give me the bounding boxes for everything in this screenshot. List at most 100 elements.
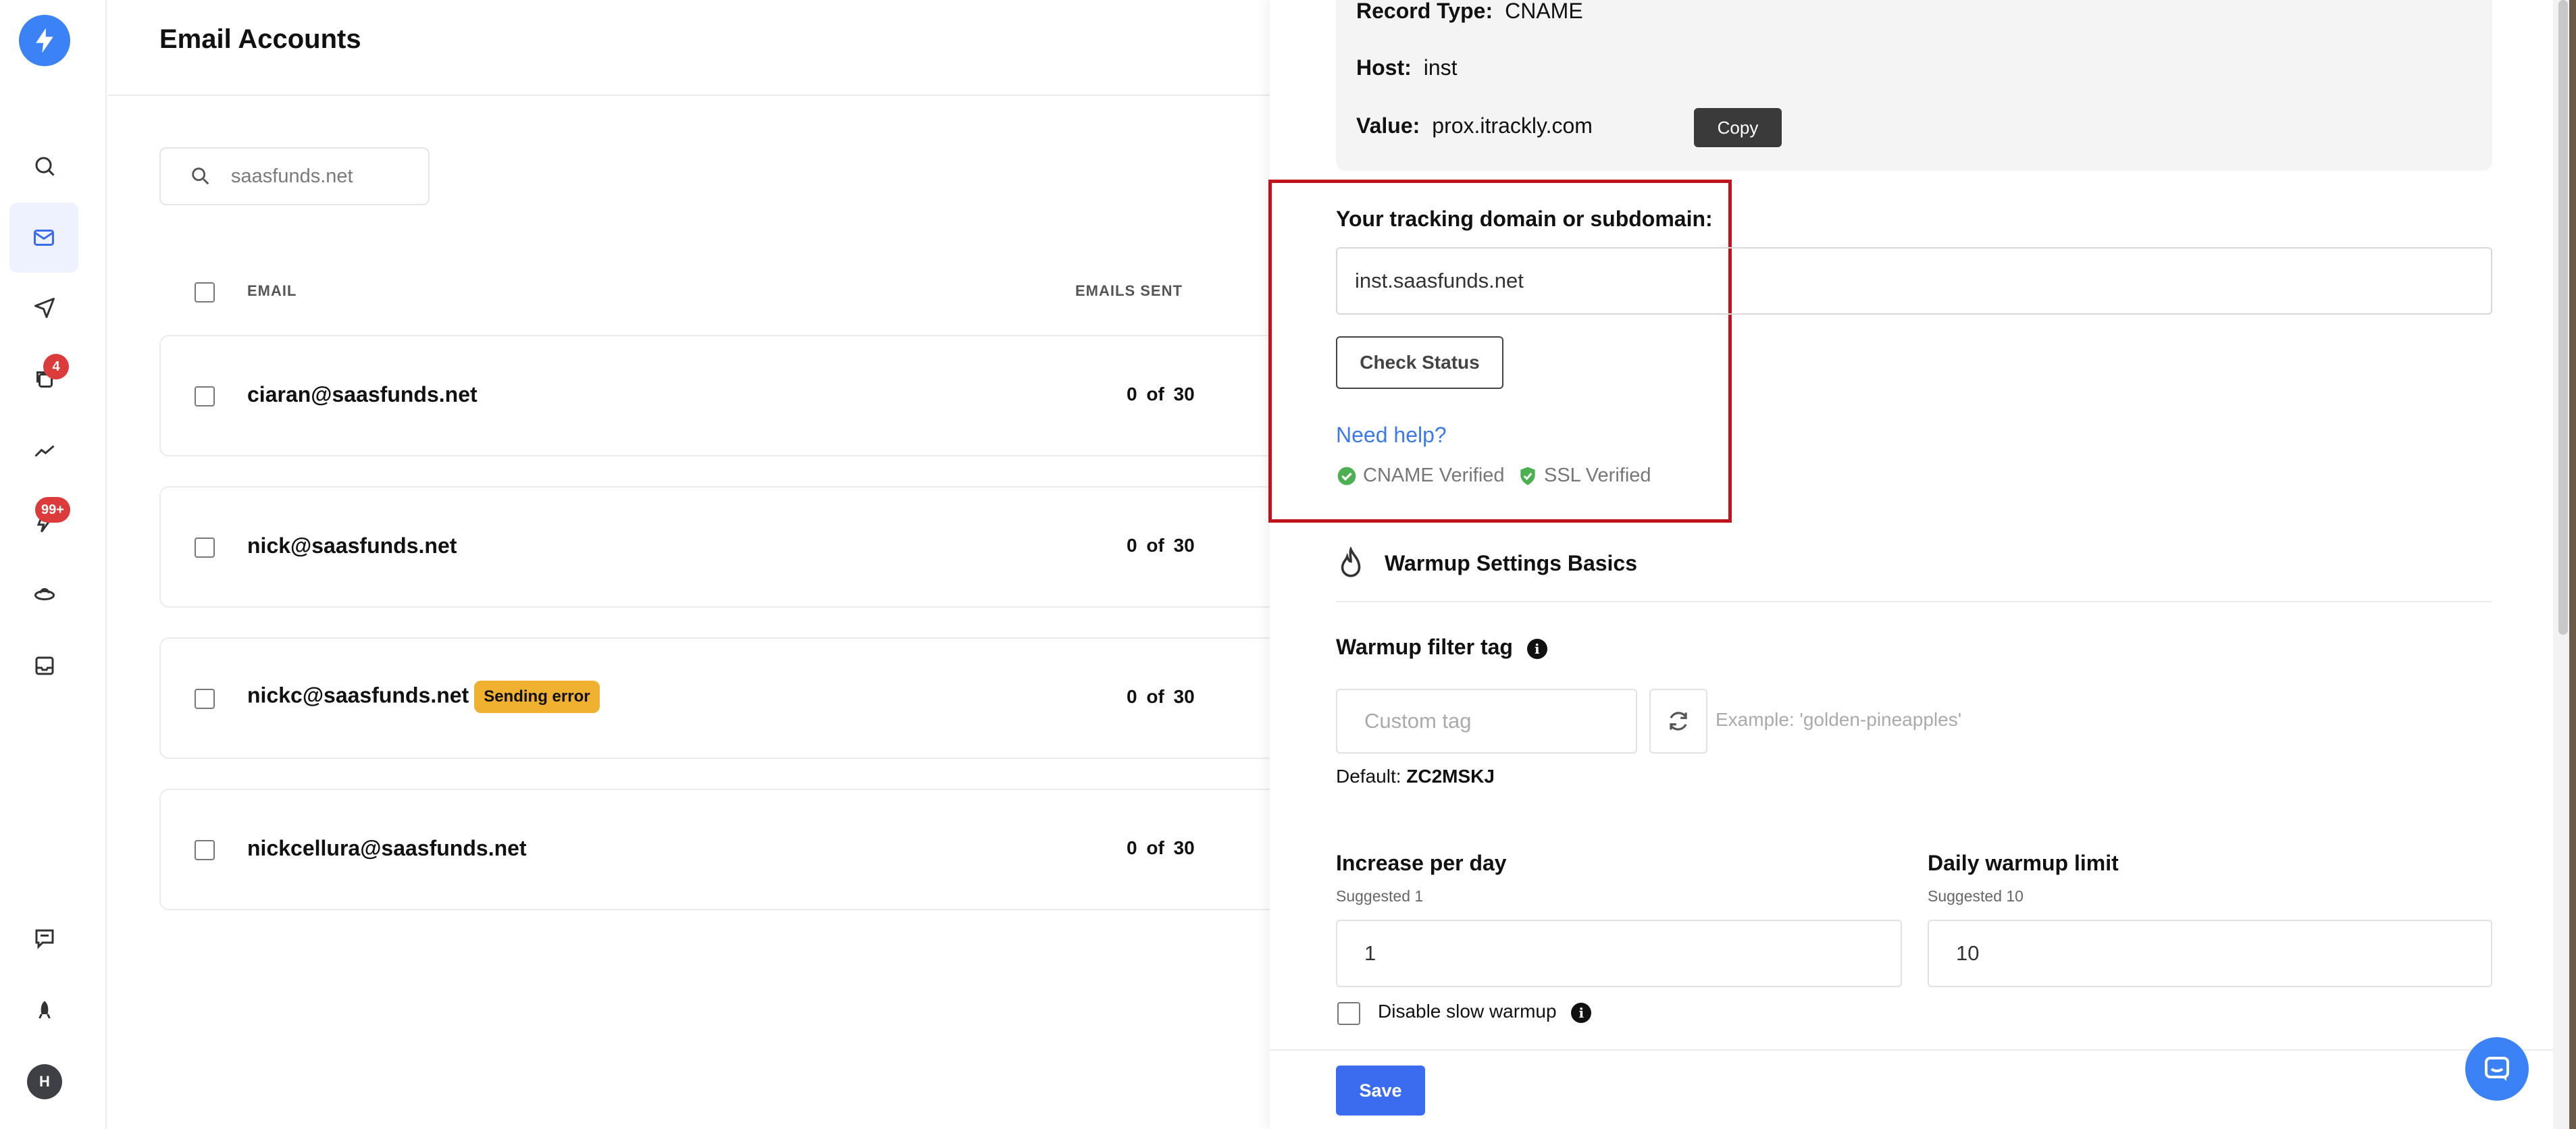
- row-checkbox[interactable]: [195, 386, 215, 406]
- account-email: ciaran@saasfunds.net: [247, 382, 478, 406]
- host-label: Host:: [1356, 55, 1412, 80]
- tracking-domain-input[interactable]: inst.saasfunds.net: [1336, 247, 2492, 315]
- row-checkbox[interactable]: [195, 537, 215, 558]
- dns-record-box: Record Type: CNAME Host: inst Value: prox.i…: [1336, 0, 2492, 171]
- emails-sent-count: 0 of 30: [1127, 384, 1195, 404]
- daily-warmup-limit-hint: Suggested 10: [1928, 887, 2024, 905]
- table-row[interactable]: nickcellura@saasfunds.net 0 of 30: [159, 789, 1308, 910]
- cname-verified-text: CNAME Verified: [1363, 465, 1505, 486]
- tag-example-text: Example: 'golden-pineapples': [1716, 709, 1962, 730]
- cname-value: prox.itrackly.com: [1432, 113, 1593, 138]
- warmup-filter-tag-label: Warmup filter tag: [1336, 635, 1513, 659]
- column-header-email: EMAIL: [247, 282, 297, 299]
- sidebar-item-ufo[interactable]: [23, 573, 66, 616]
- row-checkbox[interactable]: [195, 689, 215, 709]
- avatar[interactable]: H: [27, 1064, 62, 1099]
- sidebar-item-inbox[interactable]: [23, 644, 66, 687]
- unibox-count-badge: 99+: [35, 497, 70, 523]
- disable-slow-warmup-row: Disable slow warmup i: [1378, 1001, 1592, 1023]
- emails-sent-count: 0 of 30: [1127, 686, 1195, 707]
- row-checkbox[interactable]: [195, 840, 215, 860]
- campaigns-count-badge: 4: [43, 354, 69, 379]
- chat-icon: [2485, 1057, 2509, 1081]
- info-icon[interactable]: i: [1526, 638, 1547, 659]
- check-status-button[interactable]: Check Status: [1336, 336, 1503, 389]
- ssl-verified-status: SSL Verified: [1517, 465, 1651, 487]
- refresh-icon: [1670, 712, 1687, 731]
- value-label: Value:: [1356, 113, 1420, 138]
- account-email: nickc@saasfunds.net: [247, 683, 469, 708]
- info-icon[interactable]: i: [1571, 1002, 1592, 1023]
- sidebar: 4 99+ H: [0, 0, 107, 1129]
- flame-icon: [1341, 547, 1361, 577]
- regenerate-tag-button[interactable]: [1649, 689, 1707, 754]
- send-icon: [34, 298, 55, 318]
- account-email-cell: nickc@saasfunds.net Sending error: [247, 681, 600, 713]
- custom-tag-input[interactable]: Custom tag: [1336, 689, 1637, 754]
- account-email: nickcellura@saasfunds.net: [247, 836, 527, 860]
- search-value: saasfunds.net: [231, 165, 353, 187]
- logo-bolt-icon[interactable]: [19, 15, 70, 66]
- footer-divider: [1270, 1049, 2553, 1051]
- sidebar-item-search[interactable]: [23, 145, 66, 188]
- increase-per-day-label: Increase per day: [1336, 851, 1507, 875]
- copy-button[interactable]: Copy: [1694, 108, 1782, 147]
- main-content: Email Accounts saasfunds.net EMAIL EMAIL…: [108, 0, 1308, 1129]
- scrollbar-thumb[interactable]: [2558, 0, 2568, 635]
- disable-slow-warmup-label: Disable slow warmup: [1378, 1001, 1557, 1022]
- column-header-emails-sent: EMAILS SENT: [1075, 282, 1183, 299]
- header-divider: [108, 95, 1270, 96]
- host-value: inst: [1423, 55, 1458, 80]
- warmup-filter-tag-row: Warmup filter tag i: [1336, 635, 1547, 660]
- section-divider: [1336, 601, 2492, 602]
- mail-icon: [34, 230, 54, 246]
- cname-verified-status: CNAME Verified: [1336, 465, 1505, 487]
- select-all-checkbox[interactable]: [195, 282, 215, 303]
- record-type-label: Record Type:: [1356, 0, 1493, 23]
- emails-sent-count: 0 of 30: [1127, 837, 1195, 858]
- shield-check-icon: [1520, 467, 1535, 485]
- increase-per-day-hint: Suggested 1: [1336, 887, 1424, 905]
- ufo-icon: [34, 588, 55, 600]
- daily-warmup-limit-input[interactable]: 10: [1928, 920, 2492, 987]
- default-tag-label: Default:: [1336, 766, 1401, 787]
- table-row[interactable]: nick@saasfunds.net 0 of 30: [159, 486, 1308, 608]
- emails-sent-count: 0 of 30: [1127, 535, 1195, 556]
- inbox-icon: [35, 656, 54, 675]
- search-icon: [35, 157, 55, 176]
- account-email: nick@saasfunds.net: [247, 533, 457, 558]
- table-row[interactable]: ciaran@saasfunds.net 0 of 30: [159, 335, 1308, 456]
- bolt-icon: [36, 28, 53, 53]
- record-type-line: Record Type: CNAME: [1356, 0, 1583, 24]
- trend-line-icon: [34, 445, 55, 457]
- ssl-verified-text: SSL Verified: [1544, 465, 1651, 486]
- record-type-value: CNAME: [1505, 0, 1583, 23]
- sidebar-item-email-accounts[interactable]: [9, 203, 78, 273]
- window-edge: [2569, 0, 2576, 1129]
- host-line: Host: inst: [1356, 55, 1458, 80]
- chat-edit-icon: [35, 929, 54, 949]
- sidebar-item-analytics[interactable]: [23, 429, 66, 473]
- need-help-link[interactable]: Need help?: [1336, 423, 1447, 448]
- search-icon: [192, 167, 209, 185]
- sidebar-item-launch[interactable]: [23, 989, 66, 1032]
- account-settings-panel: Record Type: CNAME Host: inst Value: prox.i…: [1268, 0, 2553, 1129]
- search-input[interactable]: saasfunds.net: [159, 147, 430, 205]
- value-line: Value: prox.itrackly.com: [1356, 113, 1593, 138]
- default-tag: Default: ZC2MSKJ: [1336, 766, 1495, 787]
- check-circle-icon: [1337, 467, 1356, 485]
- sending-error-badge: Sending error: [474, 681, 600, 713]
- tracking-domain-label: Your tracking domain or subdomain:: [1336, 207, 1713, 231]
- daily-warmup-limit-label: Daily warmup limit: [1928, 851, 2119, 875]
- save-button[interactable]: Save: [1336, 1066, 1425, 1115]
- sidebar-item-feedback[interactable]: [23, 917, 66, 960]
- table-row[interactable]: nickc@saasfunds.net Sending error 0 of 30: [159, 637, 1308, 759]
- increase-per-day-input[interactable]: 1: [1336, 920, 1902, 987]
- disable-slow-warmup-checkbox[interactable]: [1337, 1002, 1360, 1025]
- page-title: Email Accounts: [159, 24, 361, 54]
- support-chat-button[interactable]: [2465, 1037, 2529, 1101]
- default-tag-value: ZC2MSKJ: [1406, 766, 1495, 787]
- rocket-icon: [38, 1001, 51, 1019]
- sidebar-item-campaigns[interactable]: [23, 286, 66, 330]
- warmup-section-title: Warmup Settings Basics: [1385, 551, 1638, 575]
